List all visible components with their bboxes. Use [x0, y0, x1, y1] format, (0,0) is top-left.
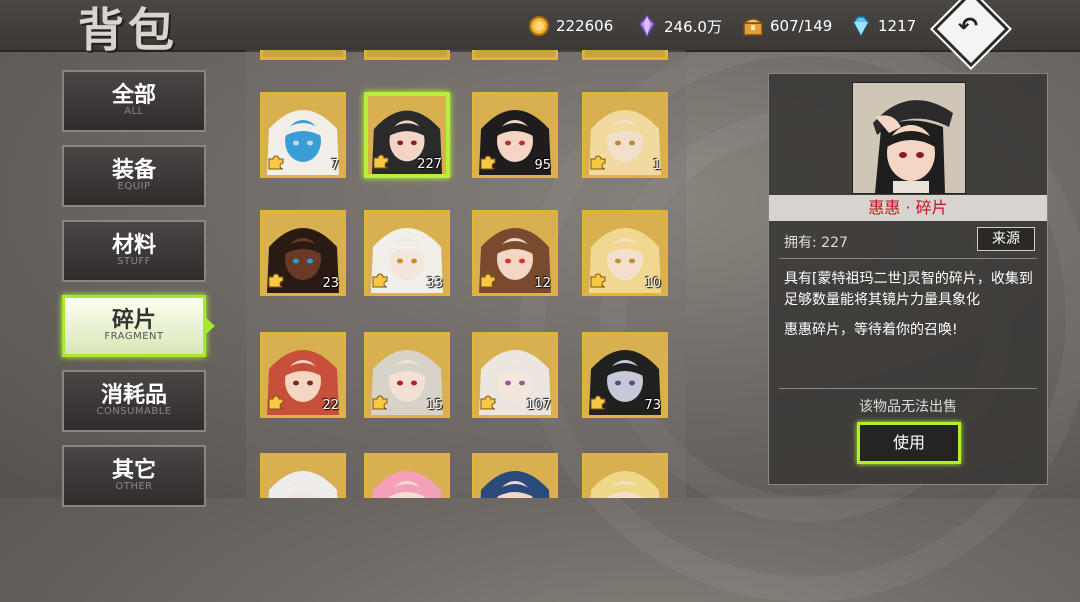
puzzle-piece-icon — [590, 395, 606, 410]
character-portrait-image — [367, 456, 447, 498]
fragment-card[interactable]: 227 — [364, 92, 450, 178]
fragment-card[interactable] — [364, 50, 450, 60]
tab-sublabel: EQUIP — [117, 181, 151, 192]
puzzle-piece-icon — [373, 154, 389, 169]
tab-label: 装备 — [111, 158, 156, 183]
fragment-card[interactable]: 22 — [260, 332, 346, 418]
divider — [779, 388, 1037, 389]
fragment-count: 73 — [644, 398, 661, 413]
sell-notice: 该物品无法出售 — [859, 399, 957, 415]
use-button[interactable]: 使用 — [857, 422, 961, 464]
fragment-card[interactable] — [472, 453, 558, 498]
tab-sublabel: STUFF — [117, 256, 151, 267]
crystal-resource: 246.0万 — [636, 14, 722, 38]
fragment-count: 10 — [644, 276, 661, 291]
fragment-card[interactable]: 10 — [582, 210, 668, 296]
gold-coin-icon — [529, 16, 549, 36]
fragment-count: 23 — [322, 276, 339, 291]
puzzle-piece-icon — [372, 273, 388, 288]
fragment-card[interactable] — [582, 50, 668, 60]
puzzle-piece-icon — [590, 155, 606, 170]
item-description: 具有[蒙特祖玛二世]灵智的碎片，收集到足够数量能将其镜片力量具象化 — [784, 271, 1033, 308]
tab-sublabel: ALL — [124, 106, 144, 117]
item-detail-panel: 惠惠 · 碎片 拥有: 227 来源 具有[蒙特祖玛二世]灵智的碎片，收集到足够… — [768, 73, 1048, 485]
gold-resource: 222606 — [528, 14, 613, 38]
fragment-card[interactable] — [582, 453, 668, 498]
item-flavor-text: 惠惠碎片，等待着你的召唤! — [784, 322, 958, 338]
owned-count: 拥有: 227 — [784, 235, 848, 251]
fragment-count: 107 — [526, 398, 551, 413]
tab-label: 消耗品 — [100, 383, 167, 408]
tab-sublabel: CONSUMABLE — [96, 406, 172, 417]
tab-stuff[interactable]: 材料 STUFF — [62, 220, 206, 282]
fragment-count: 33 — [426, 276, 443, 291]
chest-resource: 607/149 — [742, 14, 832, 38]
fragment-count: 7 — [330, 158, 339, 173]
character-portrait-image — [475, 456, 555, 498]
fragment-card[interactable] — [260, 453, 346, 498]
gold-amount: 222606 — [556, 17, 614, 35]
character-portrait-image — [263, 456, 343, 498]
fragment-count: 15 — [426, 398, 443, 413]
diamond-resource: 1217 — [850, 14, 916, 38]
fragment-card[interactable]: 33 — [364, 210, 450, 296]
fragment-count: 12 — [534, 276, 551, 291]
character-portrait-image — [853, 83, 965, 193]
chest-amount: 607/149 — [770, 17, 833, 35]
fragment-card[interactable] — [260, 50, 346, 60]
item-portrait — [852, 82, 966, 194]
tab-label: 其它 — [111, 458, 156, 483]
fragment-count: 22 — [322, 398, 339, 413]
fragment-count: 95 — [534, 158, 551, 173]
tab-all[interactable]: 全部 ALL — [62, 70, 206, 132]
character-portrait-image — [585, 456, 665, 498]
tab-sublabel: OTHER — [115, 481, 153, 492]
fragment-grid[interactable]: 7 227 95 1 23 33 12 10 22 15 107 73 — [246, 50, 686, 498]
source-button[interactable]: 来源 — [977, 227, 1035, 251]
purple-crystal-icon — [639, 15, 655, 37]
back-button[interactable]: ↶ — [932, 0, 1010, 68]
item-name: 惠惠 · 碎片 — [769, 195, 1047, 221]
fragment-card[interactable]: 73 — [582, 332, 668, 418]
fragment-card[interactable] — [364, 453, 450, 498]
puzzle-piece-icon — [480, 155, 496, 170]
active-tab-indicator — [206, 318, 215, 334]
top-bar: 背包 222606 246.0万 607/149 1217 — [0, 0, 1080, 57]
fragment-card[interactable] — [472, 50, 558, 60]
fragment-card[interactable]: 15 — [364, 332, 450, 418]
fragment-card[interactable]: 7 — [260, 92, 346, 178]
puzzle-piece-icon — [372, 395, 388, 410]
blue-diamond-icon — [853, 16, 869, 37]
divider — [779, 258, 1037, 259]
tab-consumable[interactable]: 消耗品 CONSUMABLE — [62, 370, 206, 432]
fragment-count: 227 — [417, 157, 442, 172]
puzzle-piece-icon — [590, 273, 606, 288]
tab-sublabel: FRAGMENT — [104, 331, 164, 342]
treasure-chest-icon — [742, 18, 764, 36]
diamond-amount: 1217 — [878, 17, 917, 35]
tab-label: 全部 — [111, 83, 156, 108]
fragment-card[interactable]: 95 — [472, 92, 558, 178]
crystal-amount: 246.0万 — [664, 17, 722, 36]
fragment-card[interactable]: 107 — [472, 332, 558, 418]
tab-label: 材料 — [111, 233, 156, 258]
fragment-count: 1 — [652, 158, 661, 173]
fragment-card[interactable]: 1 — [582, 92, 668, 178]
puzzle-piece-icon — [268, 395, 284, 410]
tab-fragment[interactable]: 碎片 FRAGMENT — [62, 295, 206, 357]
puzzle-piece-icon — [268, 273, 284, 288]
puzzle-piece-icon — [480, 395, 496, 410]
page-title: 背包 — [78, 3, 178, 57]
back-arrow-icon: ↶ — [957, 12, 979, 40]
puzzle-piece-icon — [480, 273, 496, 288]
tab-equip[interactable]: 装备 EQUIP — [62, 145, 206, 207]
puzzle-piece-icon — [268, 155, 284, 170]
tab-label: 碎片 — [111, 308, 156, 333]
fragment-card[interactable]: 23 — [260, 210, 346, 296]
fragment-card[interactable]: 12 — [472, 210, 558, 296]
